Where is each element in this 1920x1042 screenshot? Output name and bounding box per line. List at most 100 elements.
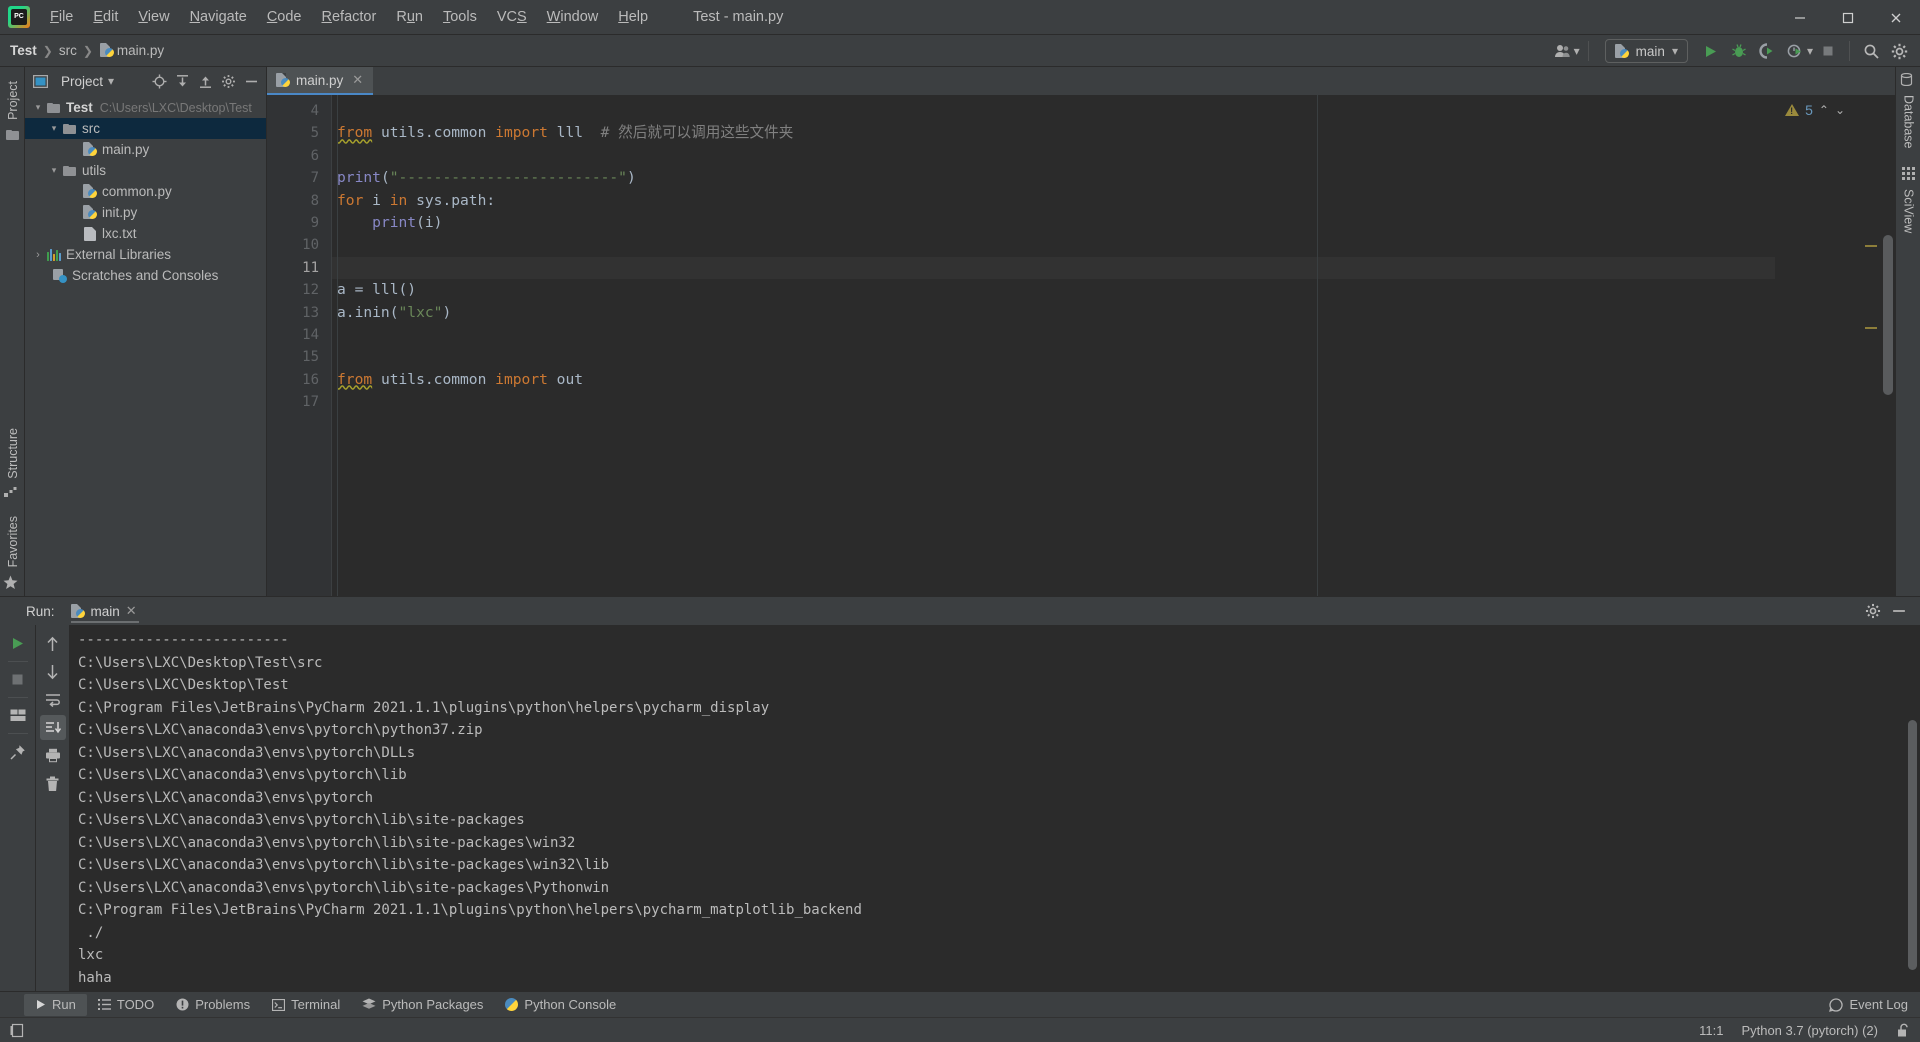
menu-refactor[interactable]: Refactor — [312, 5, 387, 29]
code-line[interactable]: print(i) — [332, 212, 1775, 234]
profiler-clock-icon[interactable] — [1782, 38, 1808, 64]
console-scrollbar[interactable] — [1908, 720, 1917, 970]
code-line-current[interactable] — [332, 256, 1775, 280]
panel-settings-gear-icon[interactable] — [217, 70, 239, 92]
code-line[interactable] — [332, 145, 1775, 167]
code-line[interactable] — [332, 391, 1775, 413]
tree-node-external-libraries[interactable]: › External Libraries — [25, 244, 266, 265]
tree-node-test[interactable]: ▾ Test C:\Users\LXC\Desktop\Test — [25, 97, 266, 118]
run-with-coverage-icon[interactable] — [1754, 38, 1780, 64]
tool-window-python-console[interactable]: Python Console — [494, 994, 627, 1016]
pin-icon[interactable] — [5, 739, 31, 764]
run-button[interactable] — [1698, 38, 1724, 64]
menu-help[interactable]: Help — [608, 5, 658, 29]
unlocked-padlock-icon[interactable] — [1896, 1023, 1910, 1038]
tool-window-todo[interactable]: TODO — [87, 994, 165, 1016]
restore-layout-icon[interactable] — [5, 703, 31, 728]
event-log-button[interactable]: Event Log — [1829, 997, 1908, 1012]
close-icon[interactable]: ✕ — [126, 603, 137, 619]
run-console-output[interactable]: ------------------------- C:\Users\LXC\D… — [70, 625, 1920, 991]
stop-button[interactable] — [1815, 38, 1841, 64]
tool-window-run[interactable]: Run — [24, 993, 87, 1016]
menu-view[interactable]: View — [128, 5, 179, 29]
account-chevron-down-icon[interactable]: ▾ — [1574, 44, 1580, 58]
gear-icon[interactable] — [1886, 38, 1912, 64]
trash-icon[interactable] — [40, 771, 66, 796]
caret-position[interactable]: 11:1 — [1699, 1023, 1723, 1038]
stop-button[interactable] — [5, 667, 31, 692]
tree-node-lxc-txt[interactable]: lxc.txt — [25, 223, 266, 244]
soft-wrap-icon[interactable] — [40, 687, 66, 712]
menu-navigate[interactable]: Navigate — [180, 5, 257, 29]
chevron-right-icon[interactable]: › — [31, 249, 45, 261]
maximize-button[interactable] — [1824, 0, 1872, 35]
arrow-up-icon[interactable] — [40, 631, 66, 656]
code-line[interactable]: a = lll() — [332, 279, 1775, 301]
tab-main-py[interactable]: main.py ✕ — [267, 67, 374, 95]
code-line[interactable]: from utils.common import lll # 然后就可以调用这些… — [332, 122, 1775, 144]
code-line[interactable]: for i in sys.path: — [332, 190, 1775, 212]
run-tab-main[interactable]: main ✕ — [69, 597, 145, 625]
tree-node-src[interactable]: ▾ src — [25, 118, 266, 139]
hide-run-panel-icon[interactable] — [1888, 600, 1910, 622]
code-line[interactable]: from utils.common import out — [332, 369, 1775, 391]
user-account-icon[interactable] — [1550, 38, 1576, 64]
sidebar-item-favorites[interactable]: Favorites — [3, 510, 23, 573]
sidebar-item-project[interactable]: Project — [3, 75, 23, 126]
sidebar-item-sciview[interactable]: SciView — [1899, 183, 1919, 239]
tool-window-problems[interactable]: Problems — [165, 994, 261, 1016]
sidebar-item-database[interactable]: Database — [1899, 89, 1919, 155]
menu-vcs[interactable]: VCS — [487, 5, 537, 29]
menu-edit[interactable]: Edit — [83, 5, 128, 29]
collapse-all-icon[interactable] — [194, 70, 216, 92]
profiler-chevron-down-icon[interactable]: ▾ — [1807, 44, 1813, 58]
code-line[interactable]: a.inin("lxc") — [332, 302, 1775, 324]
code-line[interactable] — [332, 234, 1775, 256]
tree-node-init-py[interactable]: init.py — [25, 202, 266, 223]
chevron-down-icon[interactable]: ▾ — [47, 165, 61, 176]
debug-bug-icon[interactable] — [1726, 38, 1752, 64]
breadcrumb-item-project[interactable]: Test — [10, 43, 37, 58]
arrow-down-icon[interactable] — [40, 659, 66, 684]
code-editor-text[interactable]: from utils.common import lll # 然后就可以调用这些… — [331, 95, 1775, 596]
locate-target-icon[interactable] — [148, 70, 170, 92]
menu-window[interactable]: Window — [537, 5, 609, 29]
breadcrumb-item-src[interactable]: src — [59, 43, 77, 58]
tree-node-scratches-and-consoles[interactable]: Scratches and Consoles — [25, 265, 266, 286]
menu-code[interactable]: Code — [257, 5, 312, 29]
menu-run[interactable]: Run — [386, 5, 433, 29]
rerun-button[interactable] — [5, 631, 31, 656]
tree-node-common-py[interactable]: common.py — [25, 181, 266, 202]
interpreter-selector[interactable]: Python 3.7 (pytorch) (2) — [1741, 1023, 1878, 1038]
previous-problem-icon[interactable]: ⌃ — [1819, 103, 1829, 117]
code-line[interactable]: print("-------------------------") — [332, 167, 1775, 189]
minimize-button[interactable] — [1776, 0, 1824, 35]
chevron-down-icon[interactable]: ▾ — [47, 123, 61, 134]
chevron-down-icon[interactable]: ▾ — [31, 102, 45, 113]
error-stripe-mark[interactable] — [1865, 245, 1877, 247]
code-line[interactable] — [332, 346, 1775, 368]
menu-file[interactable]: File — [40, 5, 83, 29]
code-line[interactable] — [332, 324, 1775, 346]
run-configuration-selector[interactable]: main ▾ — [1604, 39, 1688, 63]
tree-node-utils[interactable]: ▾ utils — [25, 160, 266, 181]
menu-tools[interactable]: Tools — [433, 5, 487, 29]
editor-scrollbar[interactable] — [1883, 235, 1893, 395]
search-icon[interactable] — [1858, 38, 1884, 64]
error-stripe-mark[interactable] — [1865, 327, 1877, 329]
inspection-widget[interactable]: 5 ⌃ ⌄ — [1785, 102, 1845, 118]
toggle-sidebar-icon[interactable] — [10, 1023, 25, 1038]
chevron-down-icon[interactable]: ▾ — [108, 74, 114, 88]
tool-window-python-packages[interactable]: Python Packages — [351, 994, 494, 1016]
expand-all-icon[interactable] — [171, 70, 193, 92]
breadcrumb-item-file[interactable]: main.py — [117, 43, 164, 58]
code-line[interactable] — [332, 100, 1775, 122]
sidebar-item-structure[interactable]: Structure — [3, 422, 23, 485]
hide-panel-icon[interactable] — [240, 70, 262, 92]
printer-icon[interactable] — [40, 743, 66, 768]
tree-node-main-py[interactable]: main.py — [25, 139, 266, 160]
close-icon[interactable]: ✕ — [352, 72, 363, 88]
next-problem-icon[interactable]: ⌄ — [1835, 103, 1845, 117]
close-button[interactable] — [1872, 0, 1920, 35]
run-panel-settings-gear-icon[interactable] — [1862, 600, 1884, 622]
